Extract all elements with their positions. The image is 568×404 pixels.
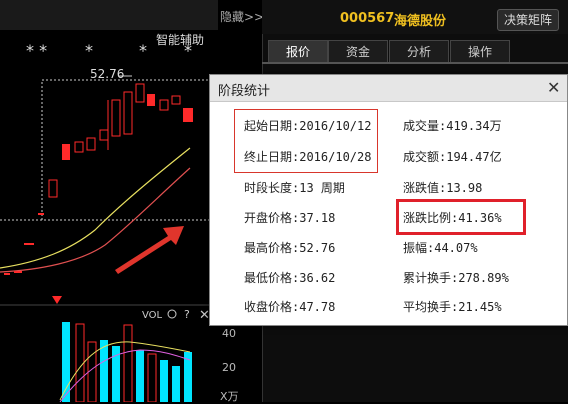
stat-cumulative-turnover: 累计换手:278.89% — [403, 271, 509, 285]
chart-toolbar-bg — [0, 0, 218, 30]
tab-funds[interactable]: 资金 — [328, 40, 388, 63]
axis-label-20: 20 — [222, 361, 236, 374]
marker-asterisk: * — [139, 41, 147, 60]
candle — [111, 99, 121, 137]
volume-bar — [136, 350, 144, 402]
volume-bar — [147, 353, 157, 402]
volume-bar — [123, 324, 133, 402]
vol-ma-magenta — [59, 349, 191, 402]
period-stats-dialog: 阶段统计 ✕ 起始日期:2016/10/12 终止日期:2016/10/28 时… — [209, 74, 568, 326]
volume-bar — [62, 322, 70, 402]
candle — [74, 141, 84, 153]
candle — [159, 99, 169, 111]
candlestick-chart[interactable]: * * * * * ? ✕ 智能辅助 52.76 VOL — [0, 0, 218, 402]
highlight-arrow — [115, 226, 184, 274]
axis-divider — [262, 320, 263, 402]
tab-quote[interactable]: 报价 — [268, 40, 328, 63]
close-icon[interactable]: ✕ — [547, 78, 560, 97]
stat-turnover-amount: 成交额:194.47亿 — [403, 150, 502, 164]
stat-high-price: 最高价格:52.76 — [244, 241, 336, 255]
stat-average-turnover: 平均换手:21.45% — [403, 300, 502, 314]
vol-ma-yellow — [59, 341, 191, 401]
stat-end-date: 终止日期:2016/10/28 — [244, 150, 372, 164]
marker-triangle — [52, 296, 62, 304]
stat-amplitude: 振幅:44.07% — [403, 241, 478, 255]
stat-change-value: 涨跌值:13.98 — [403, 181, 483, 195]
chart-canvas: * * * * * ? ✕ — [0, 0, 218, 402]
tab-operation[interactable]: 操作 — [450, 40, 510, 63]
tab-underline — [262, 62, 568, 64]
marker-asterisk: * * — [26, 41, 47, 60]
help-icon: ? — [184, 308, 190, 321]
candle — [183, 108, 193, 122]
volume-bar — [75, 323, 85, 402]
axis-label-40: 40 — [222, 327, 236, 340]
stat-start-date: 起始日期:2016/10/12 — [244, 119, 372, 133]
assist-label[interactable]: 智能辅助 — [156, 31, 204, 48]
candle — [62, 144, 70, 160]
dialog-title: 阶段统计 — [218, 84, 271, 99]
candle — [99, 129, 109, 141]
volume-bar — [160, 360, 168, 402]
hide-panel-button[interactable]: 隐藏>> — [220, 8, 264, 25]
candle — [86, 137, 96, 151]
volume-bar — [172, 366, 180, 402]
stat-change-ratio: 涨跌比例:41.36% — [403, 211, 502, 225]
stat-volume: 成交量:419.34万 — [403, 119, 502, 133]
candle — [123, 91, 133, 135]
ma-line-yellow — [0, 147, 191, 269]
stat-period-length: 时段长度:13 周期 — [244, 181, 345, 195]
candle — [147, 94, 155, 106]
volume-bar — [100, 340, 108, 402]
tab-analysis[interactable]: 分析 — [389, 40, 449, 63]
candle — [48, 179, 58, 198]
candle — [135, 83, 145, 103]
vol-label: VOL — [142, 310, 163, 321]
price-marker-label: 52.76 — [90, 67, 125, 81]
decision-matrix-button[interactable]: 决策矩阵 — [497, 9, 559, 31]
candle — [171, 95, 181, 105]
stock-name: 海德股份 — [394, 14, 447, 29]
stat-close-price: 收盘价格:47.78 — [244, 300, 336, 314]
marker-asterisk: * — [85, 41, 93, 60]
stat-open-price: 开盘价格:37.18 — [244, 211, 336, 225]
stat-low-price: 最低价格:36.62 — [244, 271, 336, 285]
stock-code: 000567 — [340, 11, 395, 26]
gear-icon — [167, 309, 177, 319]
